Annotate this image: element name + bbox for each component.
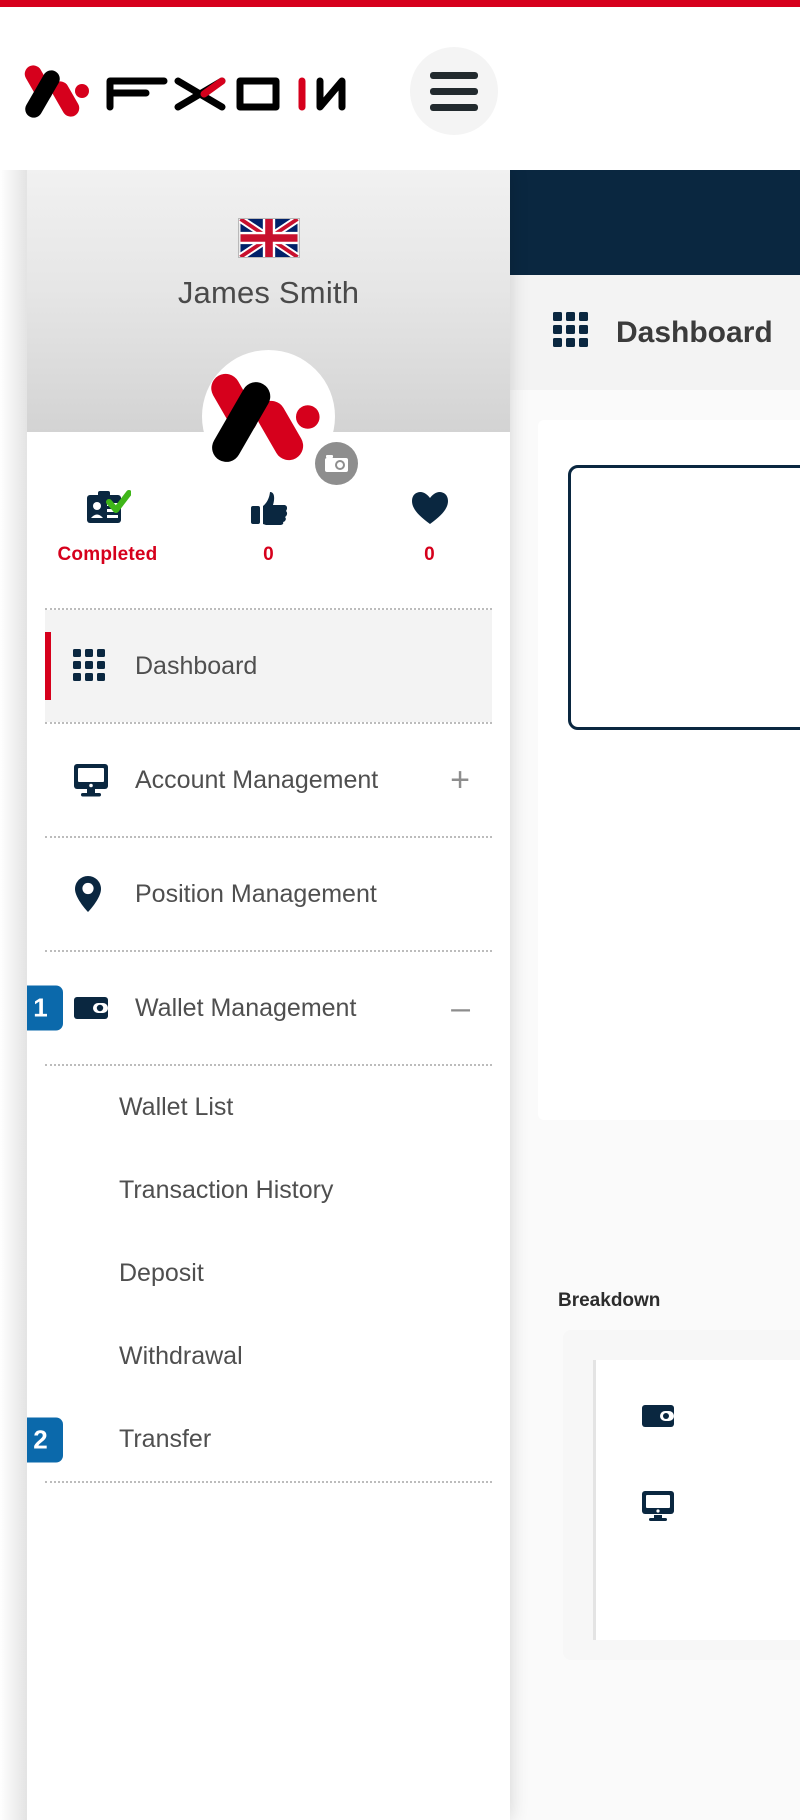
fxon-wordmark xyxy=(106,77,346,111)
sidebar-step-badge: 1 xyxy=(27,985,63,1031)
sidebar-item-label: Wallet Management xyxy=(135,993,357,1022)
camera-icon xyxy=(325,455,348,472)
uk-flag-icon[interactable] xyxy=(238,218,300,258)
sidebar-item-position-management[interactable]: Position Management xyxy=(45,838,492,950)
sidebar-item-withdrawal[interactable]: Withdrawal xyxy=(45,1315,492,1398)
stat-value: 0 xyxy=(263,544,274,565)
hamburger-line xyxy=(430,71,478,79)
sidebar-item-deposit[interactable]: Deposit xyxy=(45,1232,492,1315)
hamburger-menu-button[interactable] xyxy=(410,47,498,135)
sidebar-item-transaction-history[interactable]: Transaction History xyxy=(45,1149,492,1232)
sidebar-step-badge: 2 xyxy=(27,1417,63,1462)
user-name: James Smith xyxy=(177,275,360,310)
stat-value: Completed xyxy=(57,544,158,565)
app-header xyxy=(0,7,800,170)
stat-likes[interactable]: 0 xyxy=(188,470,349,566)
stat-favourites[interactable]: 0 xyxy=(349,470,510,566)
heart-icon xyxy=(410,486,450,530)
profile-stats-row: Completed 0 0 xyxy=(27,470,510,566)
menu-divider xyxy=(45,1481,492,1483)
stat-value: 0 xyxy=(424,544,435,565)
sidebar-item-dashboard[interactable]: Dashboard xyxy=(45,610,492,722)
sidebar-item-account-management[interactable]: Account Management + xyxy=(45,724,492,836)
id-card-check-icon xyxy=(85,486,131,530)
hamburger-line xyxy=(430,103,478,111)
sidebar-item-label: Dashboard xyxy=(135,651,258,680)
expand-plus-icon[interactable]: + xyxy=(450,763,470,797)
sidebar-item-label: Account Management xyxy=(135,765,379,794)
fxon-logo-icon xyxy=(210,373,320,462)
app-root: Dashboard Breakdown James Smith Complete… xyxy=(0,0,800,1820)
brand-logo[interactable] xyxy=(24,55,346,127)
map-pin-icon xyxy=(73,875,119,913)
side-drawer: James Smith Completed 0 0 Dashboard Acco… xyxy=(27,170,510,1820)
sidebar-item-label: Withdrawal xyxy=(119,1342,243,1370)
drawer-left-edge xyxy=(0,170,27,1820)
wallet-icon xyxy=(73,994,119,1022)
top-accent-bar xyxy=(0,0,800,7)
fxon-logo-icon xyxy=(24,65,89,118)
sidebar-item-wallet-management[interactable]: 1 Wallet Management – xyxy=(27,952,492,1064)
sidebar-item-transfer[interactable]: 2 Transfer xyxy=(27,1398,492,1481)
grid-icon xyxy=(73,649,119,683)
drawer-menu: Dashboard Account Management + Position … xyxy=(27,608,510,1483)
sidebar-item-label: Transaction History xyxy=(119,1176,334,1204)
sidebar-item-label: Wallet List xyxy=(119,1093,234,1121)
thumbs-up-icon xyxy=(249,486,289,530)
monitor-icon xyxy=(73,763,119,797)
sidebar-item-label: Position Management xyxy=(135,879,377,908)
sidebar-item-wallet-list[interactable]: Wallet List xyxy=(45,1066,492,1149)
avatar-camera-button[interactable] xyxy=(315,442,358,485)
sidebar-item-label: Transfer xyxy=(119,1425,212,1453)
sidebar-item-label: Deposit xyxy=(119,1259,204,1287)
stat-kyc[interactable]: Completed xyxy=(27,470,188,566)
collapse-minus-icon[interactable]: – xyxy=(451,991,470,1025)
hamburger-line xyxy=(430,87,478,95)
